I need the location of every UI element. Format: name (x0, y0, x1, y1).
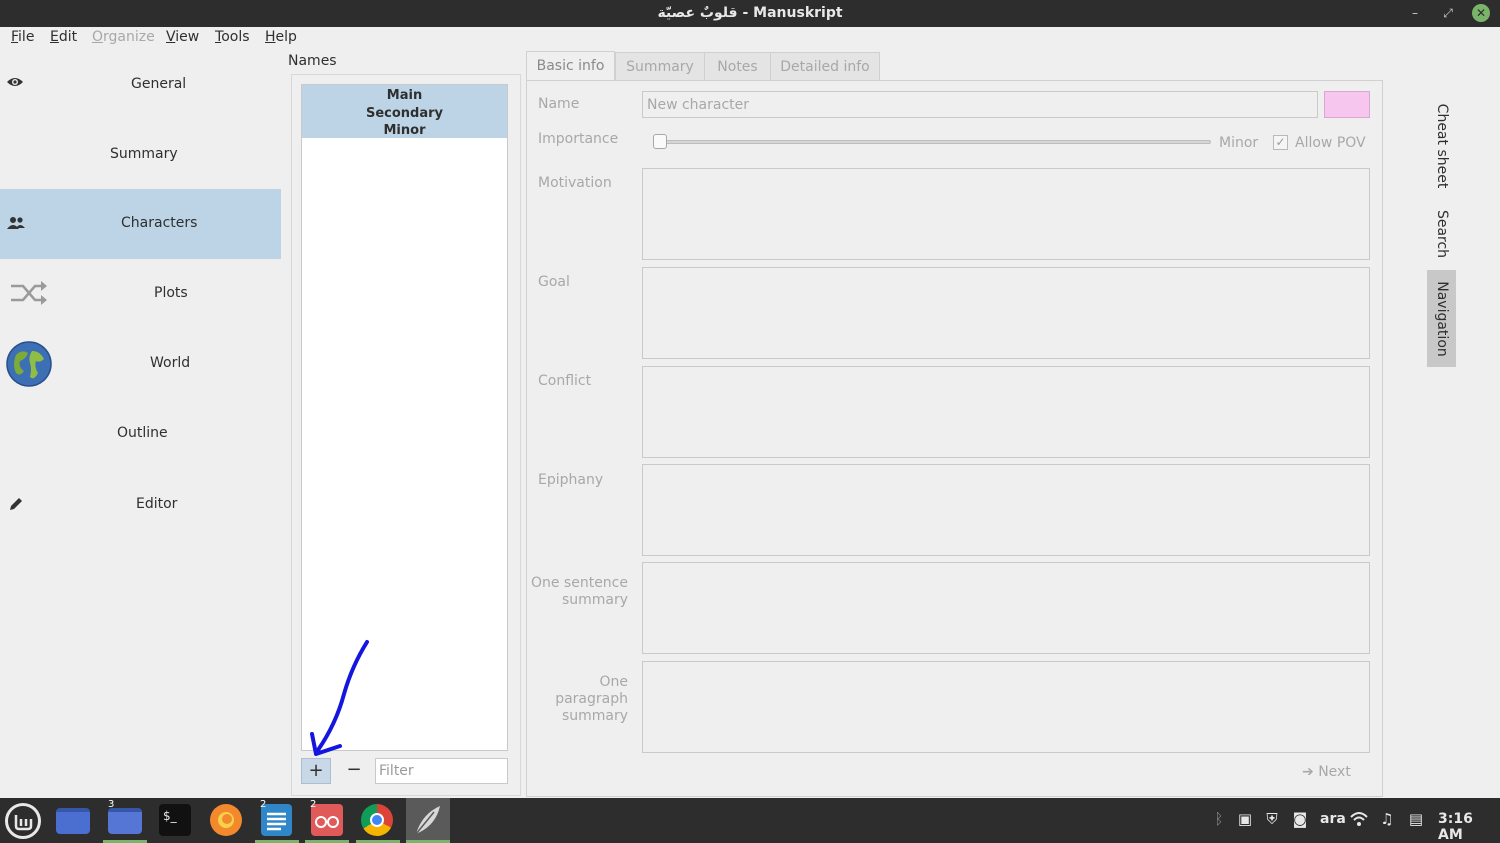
menu-bar: File Edit Organize View Tools Help (0, 27, 1500, 50)
eye-icon (6, 75, 24, 93)
tab-basic-info[interactable]: Basic info (526, 51, 615, 81)
arrow-right-icon: ➔ (1302, 764, 1314, 780)
chrome-icon[interactable] (361, 804, 393, 836)
remove-character-button[interactable]: − (339, 758, 369, 784)
one-paragraph-summary-textbox[interactable] (642, 661, 1370, 753)
sidebar-item-label: General (131, 76, 187, 92)
menu-view[interactable]: View (166, 29, 199, 45)
files-icon[interactable] (108, 808, 142, 834)
motivation-textbox[interactable] (642, 168, 1370, 260)
files-badge: 3 (108, 799, 115, 810)
pencil-icon (8, 496, 24, 516)
importance-slider[interactable] (660, 140, 1211, 144)
show-desktop-icon[interactable] (56, 808, 90, 834)
globe-icon (6, 341, 52, 391)
one-sentence-summary-label: One sentence summary (530, 575, 628, 608)
menu-edit[interactable]: Edit (50, 29, 77, 45)
window-title: قلوبٌ عصيّة - Manuskript (657, 5, 843, 21)
minimize-icon[interactable]: – (1406, 4, 1424, 22)
sidebar-item-summary[interactable]: Summary (0, 120, 281, 190)
dock-tab-label: Cheat sheet (1433, 103, 1450, 189)
names-list[interactable]: Main Secondary Minor (301, 84, 508, 751)
tab-detailed-info[interactable]: Detailed info (770, 52, 880, 80)
bluetooth-icon[interactable]: ᛒ (1209, 809, 1229, 829)
epiphany-label: Epiphany (538, 472, 604, 488)
people-icon (7, 216, 25, 234)
conflict-label: Conflict (538, 373, 592, 389)
menu-help[interactable]: Help (265, 29, 297, 45)
sidebar-item-outline[interactable]: Outline (0, 399, 281, 469)
tab-notes[interactable]: Notes (704, 52, 771, 80)
dock-tab-label: Search (1433, 209, 1450, 259)
notes-icon[interactable]: ▤ (1406, 809, 1426, 829)
motivation-label: Motivation (538, 175, 612, 191)
name-field[interactable] (642, 91, 1318, 118)
next-button[interactable]: ➔ Next (1302, 764, 1351, 780)
dock-tab-cheat-sheet[interactable]: Cheat sheet (1427, 100, 1456, 192)
one-sentence-summary-textbox[interactable] (642, 562, 1370, 654)
tab-summary[interactable]: Summary (615, 52, 705, 80)
close-icon[interactable]: ✕ (1472, 4, 1490, 22)
sidebar-item-label: Outline (117, 425, 168, 441)
allow-pov-label: Allow POV (1295, 135, 1366, 151)
manuskript-icon[interactable] (406, 798, 450, 843)
sidebar-item-plots[interactable]: Plots (0, 259, 281, 329)
sidebar-item-characters[interactable]: Characters (0, 189, 281, 259)
sidebar-item-world[interactable]: World (0, 329, 281, 399)
importance-group-row[interactable]: Main Secondary Minor (302, 85, 507, 138)
dock-tab-search[interactable]: Search (1427, 202, 1456, 266)
dock-tab-navigation[interactable]: Navigation (1427, 270, 1456, 367)
dock-tab-label: Navigation (1433, 280, 1450, 357)
conflict-textbox[interactable] (642, 366, 1370, 458)
group-secondary: Secondary (365, 105, 444, 121)
filter-input[interactable] (375, 758, 508, 784)
one-paragraph-summary-label: One paragraph summary (555, 674, 628, 724)
restore-icon[interactable]: ⤢ (1439, 4, 1457, 22)
sidebar-item-label: Plots (154, 285, 188, 301)
next-label: Next (1318, 764, 1351, 780)
importance-slider-handle[interactable] (653, 134, 667, 149)
title-bar: قلوبٌ عصيّة - Manuskript – ⤢ ✕ (0, 0, 1500, 27)
character-color-button[interactable] (1324, 91, 1370, 118)
allow-pov-checkbox[interactable]: ✓ (1273, 135, 1288, 150)
sidebar-item-editor[interactable]: Editor (0, 470, 281, 540)
keyboard-layout[interactable]: ara (1320, 811, 1346, 827)
shuffle-arrows-icon (9, 278, 49, 312)
reader-badge: 2 (310, 799, 317, 810)
epiphany-textbox[interactable] (642, 464, 1370, 556)
menu-file[interactable]: File (11, 29, 34, 45)
mint-menu-icon[interactable] (5, 803, 41, 839)
music-icon[interactable]: ♫ (1377, 809, 1397, 829)
goal-label: Goal (538, 274, 570, 290)
sidebar-item-label: Editor (136, 496, 178, 512)
sidebar-item-general[interactable]: General (0, 50, 281, 120)
shield-icon[interactable]: ⛨ (1262, 809, 1282, 829)
sidebar: General Summary Characters Plots World O… (0, 50, 281, 798)
importance-value: Minor (1219, 135, 1259, 151)
terminal-icon[interactable]: $_ (159, 804, 191, 836)
add-character-button[interactable]: + (301, 758, 331, 784)
name-label: Name (538, 96, 580, 112)
sidebar-item-label: World (150, 355, 191, 371)
taskbar: 3 $_ 2 2 ᛒ ▣ ⛨ ◙ ara ♫ ▤ 3:16 AM (0, 798, 1500, 843)
goal-textbox[interactable] (642, 267, 1370, 359)
menu-tools[interactable]: Tools (215, 29, 250, 45)
group-main: Main (386, 88, 423, 103)
firefox-icon[interactable] (210, 804, 242, 836)
update-icon[interactable]: ◙ (1290, 809, 1310, 829)
sidebar-item-label: Summary (110, 146, 178, 162)
clipboard-icon[interactable]: ▣ (1235, 809, 1255, 829)
text-editor-badge: 2 (260, 799, 267, 810)
sidebar-item-label: Characters (121, 215, 198, 231)
wifi-icon[interactable] (1349, 809, 1369, 829)
menu-organize[interactable]: Organize (92, 29, 155, 45)
clock[interactable]: 3:16 AM (1438, 811, 1500, 843)
group-minor: Minor (383, 123, 426, 138)
importance-label: Importance (538, 131, 619, 147)
names-heading: Names (288, 53, 337, 69)
